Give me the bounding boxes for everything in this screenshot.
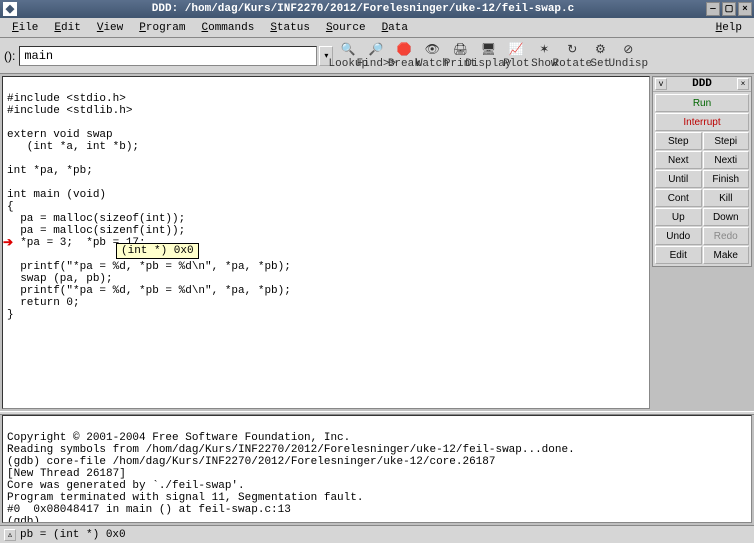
panel-collapse-button[interactable]: v xyxy=(655,78,667,90)
menu-file[interactable]: File xyxy=(4,20,46,36)
find-button[interactable]: 🔎Find>> xyxy=(363,40,389,72)
status-grip-icon[interactable]: ▵ xyxy=(4,529,16,541)
panel-close-button[interactable]: × xyxy=(737,78,749,90)
menu-edit[interactable]: Edit xyxy=(46,20,88,36)
src-line: swap (pa, pb); xyxy=(7,273,113,285)
source-view[interactable]: ➔#include <stdio.h> #include <stdlib.h> … xyxy=(2,76,650,409)
src-line: int main (void) xyxy=(7,189,106,201)
panel-title: DDD xyxy=(667,78,737,90)
src-line: extern void swap xyxy=(7,129,113,141)
title-bar: ◆ DDD: /hom/dag/Kurs/INF2270/2012/Forele… xyxy=(0,0,754,18)
src-line: pa = malloc(sizenf(int)); xyxy=(7,225,185,237)
set-icon: ⚙ xyxy=(591,42,609,58)
src-line: #include <stdlib.h> xyxy=(7,105,132,117)
redo-button[interactable]: Redo xyxy=(703,227,750,245)
finish-button[interactable]: Finish xyxy=(703,170,750,188)
src-line: printf("*pa = %d, *pb = %d\n", *pa, *pb)… xyxy=(7,261,291,273)
src-line: printf("*pa = %d, *pb = %d\n", *pa, *pb)… xyxy=(7,285,291,297)
menu-status[interactable]: Status xyxy=(262,20,318,36)
menu-view[interactable]: View xyxy=(89,20,131,36)
src-line: { xyxy=(7,201,14,213)
cont-button[interactable]: Cont xyxy=(655,189,702,207)
status-text: pb = (int *) 0x0 xyxy=(20,529,126,541)
current-line-arrow: ➔ xyxy=(3,235,13,250)
console-line: Program terminated with signal 11, Segme… xyxy=(7,492,363,504)
show-icon: ✶ xyxy=(535,42,553,58)
plot-icon: 📈 xyxy=(507,42,525,58)
maximize-button[interactable]: ▢ xyxy=(722,2,736,16)
window-title: DDD: /hom/dag/Kurs/INF2270/2012/Forelesn… xyxy=(20,3,706,15)
break-button[interactable]: 🛑Break xyxy=(391,40,417,72)
arg-label: (): xyxy=(4,49,15,63)
menu-data[interactable]: Data xyxy=(374,20,416,36)
stop-icon: 🛑 xyxy=(395,42,413,58)
command-panel: v DDD × Run Interrupt Step Stepi Next Ne… xyxy=(652,76,752,409)
rotate-button[interactable]: ↻Rotate xyxy=(559,40,585,72)
plot-button[interactable]: 📈Plot xyxy=(503,40,529,72)
menu-source[interactable]: Source xyxy=(318,20,374,36)
app-icon: ◆ xyxy=(3,2,17,16)
up-button[interactable]: Up xyxy=(655,208,702,226)
console-line: (gdb) xyxy=(7,516,47,523)
display-button[interactable]: 🖥Display xyxy=(475,40,501,72)
watch-icon: 👁 xyxy=(423,42,441,58)
src-line: #include <stdio.h> xyxy=(7,93,126,105)
display-icon: 🖥 xyxy=(479,42,497,58)
edit-button[interactable]: Edit xyxy=(655,246,702,264)
menu-commands[interactable]: Commands xyxy=(193,20,262,36)
gdb-console[interactable]: Copyright © 2001-2004 Free Software Foun… xyxy=(2,415,752,523)
src-line: int *pa, *pb; xyxy=(7,165,93,177)
src-line: (int *a, int *b); xyxy=(7,141,139,153)
minimize-button[interactable]: — xyxy=(706,2,720,16)
undisp-button[interactable]: ⊘Undisp xyxy=(615,40,641,72)
step-button[interactable]: Step xyxy=(655,132,702,150)
lookup-icon: 🔍 xyxy=(339,42,357,58)
down-button[interactable]: Down xyxy=(703,208,750,226)
menu-program[interactable]: Program xyxy=(131,20,193,36)
find-icon: 🔎 xyxy=(367,42,385,58)
nexti-button[interactable]: Nexti xyxy=(703,151,750,169)
undo-button[interactable]: Undo xyxy=(655,227,702,245)
make-button[interactable]: Make xyxy=(703,246,750,264)
console-line: Core was generated by `./feil-swap'. xyxy=(7,480,245,492)
undisp-icon: ⊘ xyxy=(619,42,637,58)
until-button[interactable]: Until xyxy=(655,170,702,188)
toolbar: (): ▾ 🔍Lookup 🔎Find>> 🛑Break 👁Watch 🖨Pri… xyxy=(0,38,754,74)
status-bar: ▵ pb = (int *) 0x0 xyxy=(0,525,754,543)
watch-button[interactable]: 👁Watch xyxy=(419,40,445,72)
value-tooltip: (int *) 0x0 xyxy=(116,243,199,259)
console-line: (gdb) core-file /hom/dag/Kurs/INF2270/20… xyxy=(7,456,495,468)
run-button[interactable]: Run xyxy=(655,94,749,112)
stepi-button[interactable]: Stepi xyxy=(703,132,750,150)
kill-button[interactable]: Kill xyxy=(703,189,750,207)
src-line: pa = malloc(sizeof(int)); xyxy=(7,213,185,225)
next-button[interactable]: Next xyxy=(655,151,702,169)
close-button[interactable]: × xyxy=(738,2,752,16)
src-line: return 0; xyxy=(7,297,80,309)
menu-help[interactable]: Help xyxy=(708,20,750,36)
menu-bar: File Edit View Program Commands Status S… xyxy=(0,18,754,38)
src-line: } xyxy=(7,309,14,321)
console-line: #0 0x08048417 in main () at feil-swap.c:… xyxy=(7,504,291,516)
print-icon: 🖨 xyxy=(451,42,469,58)
console-line: Copyright © 2001-2004 Free Software Foun… xyxy=(7,432,350,444)
arg-input[interactable] xyxy=(19,46,317,66)
rotate-icon: ↻ xyxy=(563,42,581,58)
console-line: Reading symbols from /hom/dag/Kurs/INF22… xyxy=(7,444,575,456)
interrupt-button[interactable]: Interrupt xyxy=(655,113,749,131)
console-line: [New Thread 26187] xyxy=(7,468,126,480)
